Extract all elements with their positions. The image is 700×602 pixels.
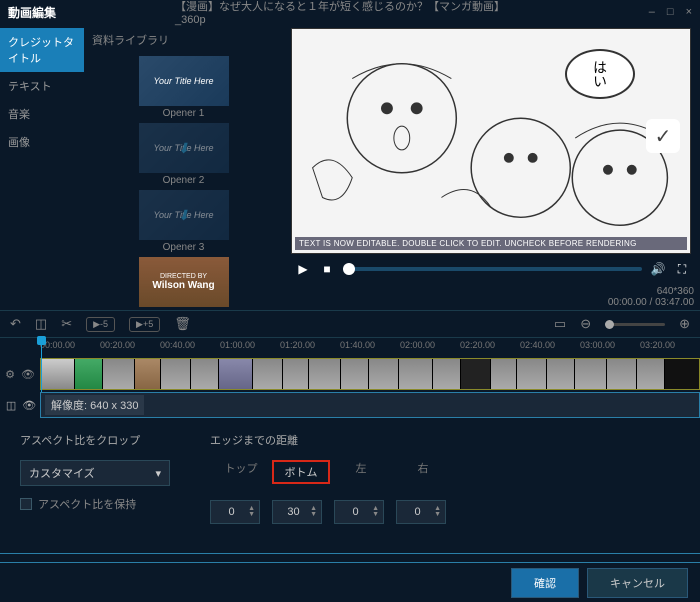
fwd5-button[interactable]: ▶+5 (129, 317, 160, 332)
cancel-button[interactable]: キャンセル (587, 568, 688, 598)
edge-bottom-input[interactable]: 30▲▼ (272, 500, 322, 524)
resolution-label: 解像度: 640 x 330 (45, 395, 144, 415)
edge-left-label: 左 (330, 460, 392, 484)
render-checkbox[interactable]: ✓ (646, 119, 680, 153)
close-button[interactable]: × (686, 6, 692, 18)
edge-left-input[interactable]: 0▲▼ (334, 500, 384, 524)
edge-top-input[interactable]: 0▲▼ (210, 500, 260, 524)
crop-info-bar: ◫👁 解像度: 640 x 330 (40, 392, 700, 418)
fit-icon[interactable]: ▭ (554, 316, 566, 332)
tab-music[interactable]: 音楽 (0, 100, 84, 128)
volume-icon[interactable]: 🔊 (650, 262, 666, 276)
undo-icon[interactable]: ↶ (10, 316, 21, 332)
aspect-crop-title: アスペクト比をクロップ (20, 432, 170, 448)
tab-text[interactable]: テキスト (0, 72, 84, 100)
template-directed[interactable]: DIRECTED BYWilson Wang (139, 257, 229, 307)
speech-bubble: はい (565, 49, 635, 99)
play-button[interactable]: ▶ (295, 262, 311, 276)
stop-button[interactable]: ■ (319, 262, 335, 276)
tab-credit-title[interactable]: クレジットタイトル (0, 28, 84, 72)
editable-text-overlay[interactable]: TEXT IS NOW EDITABLE. DOUBLE CLICK TO ED… (295, 237, 687, 250)
chevron-down-icon: ▾ (155, 467, 161, 480)
zoom-slider[interactable] (605, 323, 665, 326)
track-settings-icon[interactable]: ⚙ (5, 368, 15, 381)
edge-bottom-label: ボトム (272, 460, 330, 484)
video-preview[interactable]: はい ✓ TEXT IS NOW EDITABLE. DOUBLE CLICK … (291, 28, 691, 254)
download-icon: ⬇ (178, 207, 190, 224)
edge-right-label: 右 (392, 460, 454, 484)
maximize-button[interactable]: □ (667, 6, 674, 18)
edge-right-input[interactable]: 0▲▼ (396, 500, 446, 524)
app-name: 動画編集 (8, 4, 56, 21)
visibility-icon[interactable]: 👁 (22, 399, 36, 412)
track-visible-icon[interactable]: 👁 (21, 368, 35, 381)
template-opener1[interactable]: Your Title Here Opener 1 (139, 56, 229, 119)
sidebar-tabs: クレジットタイトル テキスト 音楽 画像 (0, 24, 84, 310)
download-icon: ⬇ (178, 140, 190, 157)
scrubber-head[interactable] (343, 263, 355, 275)
titlebar: 動画編集 【漫画】なぜ大人になると１年が短く感じるのか？【マンガ動画】_360p… (0, 0, 700, 24)
template-opener3[interactable]: Your Title Here⬇ Opener 3 (139, 190, 229, 253)
fullscreen-icon[interactable]: ⛶ (674, 262, 690, 277)
playhead[interactable] (41, 338, 42, 392)
preview-timecode: 00:00.00 / 03:47.00 (608, 297, 694, 308)
zoom-out-icon[interactable]: ⊖ (580, 316, 591, 332)
zoom-in-icon[interactable]: ⊕ (679, 316, 690, 332)
keep-aspect-label: アスペクト比を保持 (38, 496, 136, 512)
timeline-ruler[interactable]: 00:00.00 00:20.00 00:40.00 01:00.00 01:2… (40, 338, 700, 356)
crop-icon[interactable]: ◫ (35, 316, 47, 332)
video-track[interactable] (40, 358, 700, 390)
library-tab[interactable]: 資料ライブラリ (92, 28, 275, 52)
template-opener2[interactable]: Your Title Here⬇ Opener 2 (139, 123, 229, 186)
preview-resolution: 640*360 (657, 286, 694, 297)
minimize-button[interactable]: – (649, 6, 655, 18)
delete-icon[interactable]: 🗑 (174, 316, 191, 332)
edge-top-label: トップ (210, 460, 272, 484)
aspect-select[interactable]: カスタマイズ▾ (20, 460, 170, 486)
edge-distance-title: エッジまでの距離 (210, 432, 454, 448)
scrubber[interactable] (343, 267, 642, 271)
keep-aspect-checkbox[interactable] (20, 498, 32, 510)
cut-icon[interactable]: ✂ (61, 316, 72, 332)
tab-image[interactable]: 画像 (0, 128, 84, 156)
back5-button[interactable]: ▶-5 (86, 317, 115, 332)
ok-button[interactable]: 確認 (511, 568, 579, 598)
file-name: 【漫画】なぜ大人になると１年が短く感じるのか？【マンガ動画】_360p (175, 0, 525, 26)
crop-tool-icon[interactable]: ◫ (6, 399, 16, 412)
